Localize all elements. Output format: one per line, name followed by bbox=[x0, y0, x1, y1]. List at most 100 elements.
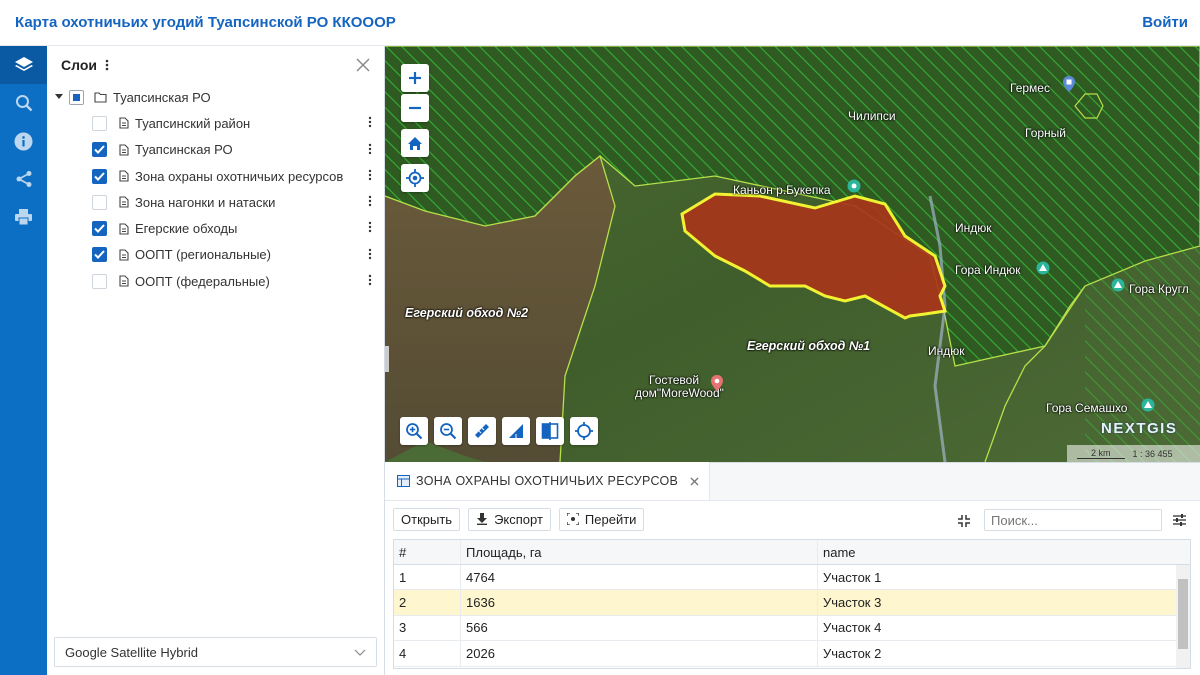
zoom-out-tool-button[interactable] bbox=[434, 417, 462, 445]
layer-group-row[interactable]: Туапсинская РО bbox=[47, 84, 384, 110]
home-icon bbox=[408, 136, 422, 150]
layer-menu-icon[interactable] bbox=[368, 195, 372, 207]
panel-resize-handle[interactable] bbox=[385, 346, 389, 372]
app-header: Карта охотничьих угодий Туапсинской РО К… bbox=[0, 0, 1200, 46]
layer-checkbox[interactable] bbox=[92, 221, 107, 237]
layer-menu-icon[interactable] bbox=[368, 116, 372, 128]
document-icon bbox=[119, 249, 129, 261]
document-icon bbox=[119, 223, 129, 235]
layer-row[interactable]: Зона нагонки и натаски bbox=[47, 189, 384, 215]
home-button[interactable] bbox=[401, 129, 429, 157]
column-header[interactable]: # bbox=[394, 545, 460, 560]
layer-checkbox[interactable] bbox=[92, 273, 107, 289]
table-cell: 2 bbox=[399, 595, 407, 611]
nextgis-logo: NEXTGIS bbox=[1101, 420, 1178, 437]
layer-row[interactable]: ООПТ (региональные) bbox=[47, 242, 384, 268]
table-row[interactable]: 1 4764 Участок 1 bbox=[394, 565, 1190, 591]
transit-icon bbox=[1063, 76, 1075, 92]
measure-distance-button[interactable] bbox=[468, 417, 496, 445]
layer-row[interactable]: Туапсинский район bbox=[47, 110, 384, 136]
layer-menu-icon[interactable] bbox=[368, 221, 372, 233]
table-row[interactable]: 3 566 Участок 4 bbox=[394, 615, 1190, 642]
map-label-gora-induk: Гора Индюк bbox=[955, 263, 1021, 277]
app-title: Карта охотничьих угодий Туапсинской РО К… bbox=[15, 14, 396, 31]
basemap-select[interactable]: Google Satellite Hybrid bbox=[54, 637, 377, 667]
table-scrollbar[interactable] bbox=[1176, 565, 1190, 668]
tab-protection-zone[interactable]: ЗОНА ОХРАНЫ ОХОТНИЧЬИХ РЕСУРСОВ bbox=[385, 462, 711, 500]
swipe-button[interactable] bbox=[536, 417, 564, 445]
document-icon bbox=[119, 117, 129, 129]
map-label-induk: Индюк bbox=[955, 221, 992, 235]
layers-icon[interactable] bbox=[0, 46, 47, 84]
map-view[interactable]: Гермес Чилипси Горный Каньон р.Букепка И… bbox=[385, 46, 1200, 462]
share-icon[interactable] bbox=[0, 160, 47, 198]
layer-menu-icon[interactable] bbox=[368, 248, 372, 260]
layer-label: Туапсинская РО bbox=[135, 142, 233, 158]
pin-icon bbox=[711, 375, 723, 391]
attribute-tabbar: ЗОНА ОХРАНЫ ОХОТНИЧЬИХ РЕСУРСОВ bbox=[385, 462, 1200, 501]
peak-icon bbox=[1141, 398, 1155, 412]
crosshair-icon bbox=[575, 422, 593, 440]
measure-area-button[interactable] bbox=[502, 417, 530, 445]
map-label-germes: Гермес bbox=[1010, 81, 1050, 95]
table-cell: Участок 4 bbox=[817, 615, 1190, 641]
info-icon[interactable] bbox=[0, 122, 47, 160]
panel-menu-icon[interactable] bbox=[105, 59, 109, 71]
landmark-icon bbox=[847, 179, 861, 193]
tab-label: ЗОНА ОХРАНЫ ОХОТНИЧЬИХ РЕСУРСОВ bbox=[416, 474, 679, 488]
caret-down-icon[interactable] bbox=[55, 94, 63, 100]
goto-button[interactable]: Перейти bbox=[558, 507, 645, 531]
print-icon[interactable] bbox=[0, 198, 47, 236]
column-header[interactable]: Площадь, га bbox=[460, 540, 817, 564]
collapse-icon[interactable] bbox=[958, 515, 970, 527]
layer-checkbox[interactable] bbox=[92, 194, 107, 210]
open-button[interactable]: Открыть bbox=[393, 507, 461, 531]
settings-sliders-icon[interactable] bbox=[1173, 514, 1186, 526]
document-icon bbox=[119, 170, 129, 182]
peak-icon bbox=[1111, 278, 1125, 292]
column-header[interactable]: name bbox=[817, 540, 1190, 564]
goto-icon bbox=[566, 513, 579, 525]
layer-checkbox[interactable] bbox=[92, 247, 107, 263]
layer-checkbox[interactable] bbox=[92, 115, 107, 131]
layer-label: ООПТ (региональные) bbox=[135, 247, 271, 263]
folder-icon bbox=[94, 92, 107, 103]
layer-row[interactable]: Туапсинская РО bbox=[47, 137, 384, 163]
zoom-in-icon bbox=[406, 423, 423, 440]
layer-menu-icon[interactable] bbox=[368, 143, 372, 155]
map-label-obkhod-1: Егерский обход №1 bbox=[747, 339, 871, 353]
layer-checkbox[interactable] bbox=[92, 168, 107, 184]
layer-row[interactable]: Егерские обходы bbox=[47, 215, 384, 241]
layer-row[interactable]: ООПТ (федеральные) bbox=[47, 268, 384, 294]
table-cell: 2026 bbox=[460, 641, 817, 666]
map-canvas bbox=[385, 46, 1200, 462]
locate-button[interactable] bbox=[401, 164, 429, 192]
export-button[interactable]: Экспорт bbox=[468, 507, 551, 531]
login-link[interactable]: Войти bbox=[1142, 14, 1188, 31]
zoom-in-tool-button[interactable] bbox=[400, 417, 428, 445]
map-label-induk-2: Индюк bbox=[928, 344, 965, 358]
layers-panel-header: Слои bbox=[47, 46, 384, 84]
table-header: # Площадь, га name bbox=[394, 540, 1190, 565]
table-row[interactable]: 2 1636 Участок 3 bbox=[394, 590, 1190, 616]
ruler-icon bbox=[475, 424, 489, 438]
document-icon bbox=[119, 196, 129, 208]
map-label-guest: Гостевой bbox=[649, 373, 700, 387]
table-cell: 3 bbox=[399, 620, 407, 636]
close-icon[interactable] bbox=[356, 58, 370, 72]
sidebar-rail bbox=[0, 46, 47, 675]
close-tab-icon[interactable] bbox=[690, 477, 699, 486]
search-input[interactable] bbox=[984, 509, 1162, 531]
zoom-in-button[interactable] bbox=[401, 64, 429, 92]
layer-label: Егерские обходы bbox=[135, 221, 238, 237]
layer-group-checkbox[interactable] bbox=[69, 89, 84, 105]
table-row[interactable]: 4 2026 Участок 2 bbox=[394, 641, 1190, 667]
layer-menu-icon[interactable] bbox=[368, 274, 372, 286]
layer-checkbox[interactable] bbox=[92, 142, 107, 158]
search-icon[interactable] bbox=[0, 84, 47, 122]
layers-panel: Слои Туапсинская РО Туапсинский район Туа… bbox=[47, 46, 385, 675]
identify-button[interactable] bbox=[570, 417, 598, 445]
layer-row[interactable]: Зона охраны охотничьих ресурсов bbox=[47, 163, 384, 189]
zoom-out-button[interactable] bbox=[401, 94, 429, 122]
layer-menu-icon[interactable] bbox=[368, 169, 372, 181]
